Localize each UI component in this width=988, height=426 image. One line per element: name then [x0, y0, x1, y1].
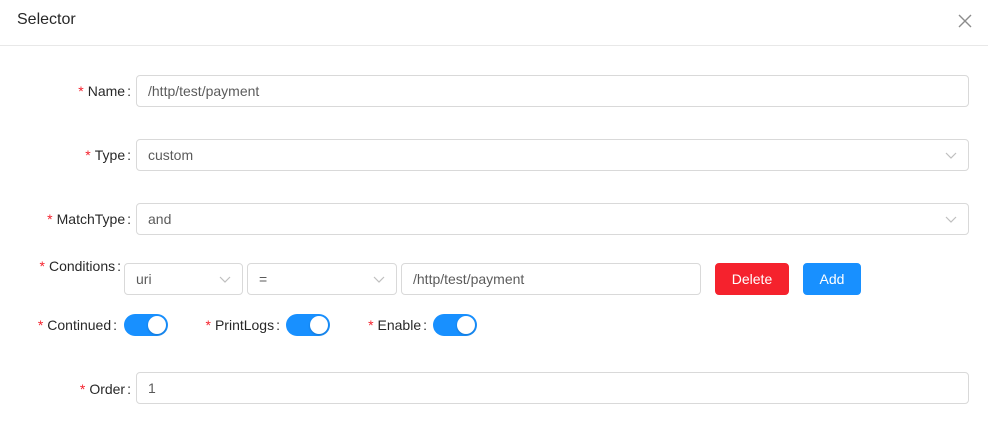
match-type-label: * MatchType : [20, 203, 131, 235]
label-colon: : [127, 147, 131, 163]
label-colon: : [117, 258, 121, 274]
chevron-down-icon [219, 276, 231, 283]
dialog-header: Selector [0, 0, 988, 46]
label-colon: : [113, 317, 117, 333]
name-label-text: Name [87, 83, 126, 99]
order-input[interactable]: 1 [136, 372, 969, 404]
name-input-value: /http/test/payment [148, 83, 260, 99]
condition-value-text: /http/test/payment [413, 271, 525, 287]
print-logs-label-text: PrintLogs [214, 317, 275, 333]
required-mark: * [37, 317, 44, 333]
name-input[interactable]: /http/test/payment [136, 75, 969, 107]
required-mark: * [47, 211, 53, 227]
chevron-down-icon [373, 276, 385, 283]
name-label: * Name : [20, 75, 131, 107]
order-input-value: 1 [148, 380, 156, 396]
print-logs-label: * PrintLogs : [190, 309, 281, 341]
enable-switch[interactable] [433, 314, 477, 336]
condition-value-input[interactable]: /http/test/payment [401, 263, 701, 295]
switch-knob [148, 316, 166, 334]
add-button-label: Add [819, 271, 845, 287]
label-colon: : [127, 381, 131, 397]
switch-knob [310, 316, 328, 334]
print-logs-switch[interactable] [286, 314, 330, 336]
required-mark: * [79, 381, 86, 397]
enable-label: * Enable : [355, 309, 427, 341]
switch-knob [457, 316, 475, 334]
chevron-down-icon [945, 216, 957, 223]
type-label: * Type : [20, 139, 131, 171]
dialog-title: Selector [17, 11, 76, 28]
delete-button[interactable]: Delete [715, 263, 789, 295]
required-mark: * [205, 317, 211, 333]
required-mark: * [368, 317, 374, 333]
label-colon: : [127, 83, 131, 99]
continued-switch[interactable] [124, 314, 168, 336]
match-type-select[interactable]: and [136, 203, 969, 235]
conditions-label-text: Conditions [48, 258, 116, 274]
condition-operator-value: = [259, 271, 268, 287]
match-type-label-text: MatchType [56, 211, 126, 227]
close-icon[interactable] [954, 10, 976, 32]
condition-operator-select[interactable]: = [247, 263, 397, 295]
enable-label-text: Enable [377, 317, 422, 333]
required-mark: * [78, 83, 84, 99]
condition-param-value: uri [136, 271, 152, 287]
match-type-select-value: and [148, 211, 172, 227]
label-colon: : [127, 211, 131, 227]
continued-label-text: Continued [47, 317, 112, 333]
delete-button-label: Delete [731, 271, 773, 287]
conditions-label: * Conditions : [20, 258, 122, 290]
required-mark: * [85, 147, 91, 163]
required-mark: * [39, 258, 45, 274]
label-colon: : [423, 317, 427, 333]
chevron-down-icon [945, 152, 957, 159]
condition-param-select[interactable]: uri [124, 263, 243, 295]
order-label-text: Order [89, 381, 126, 397]
type-label-text: Type [94, 147, 126, 163]
label-colon: : [276, 317, 280, 333]
type-select[interactable]: custom [136, 139, 969, 171]
type-select-value: custom [148, 147, 194, 163]
add-button[interactable]: Add [803, 263, 861, 295]
order-label: * Order : [20, 373, 131, 405]
continued-label: * Continued : [20, 309, 117, 341]
